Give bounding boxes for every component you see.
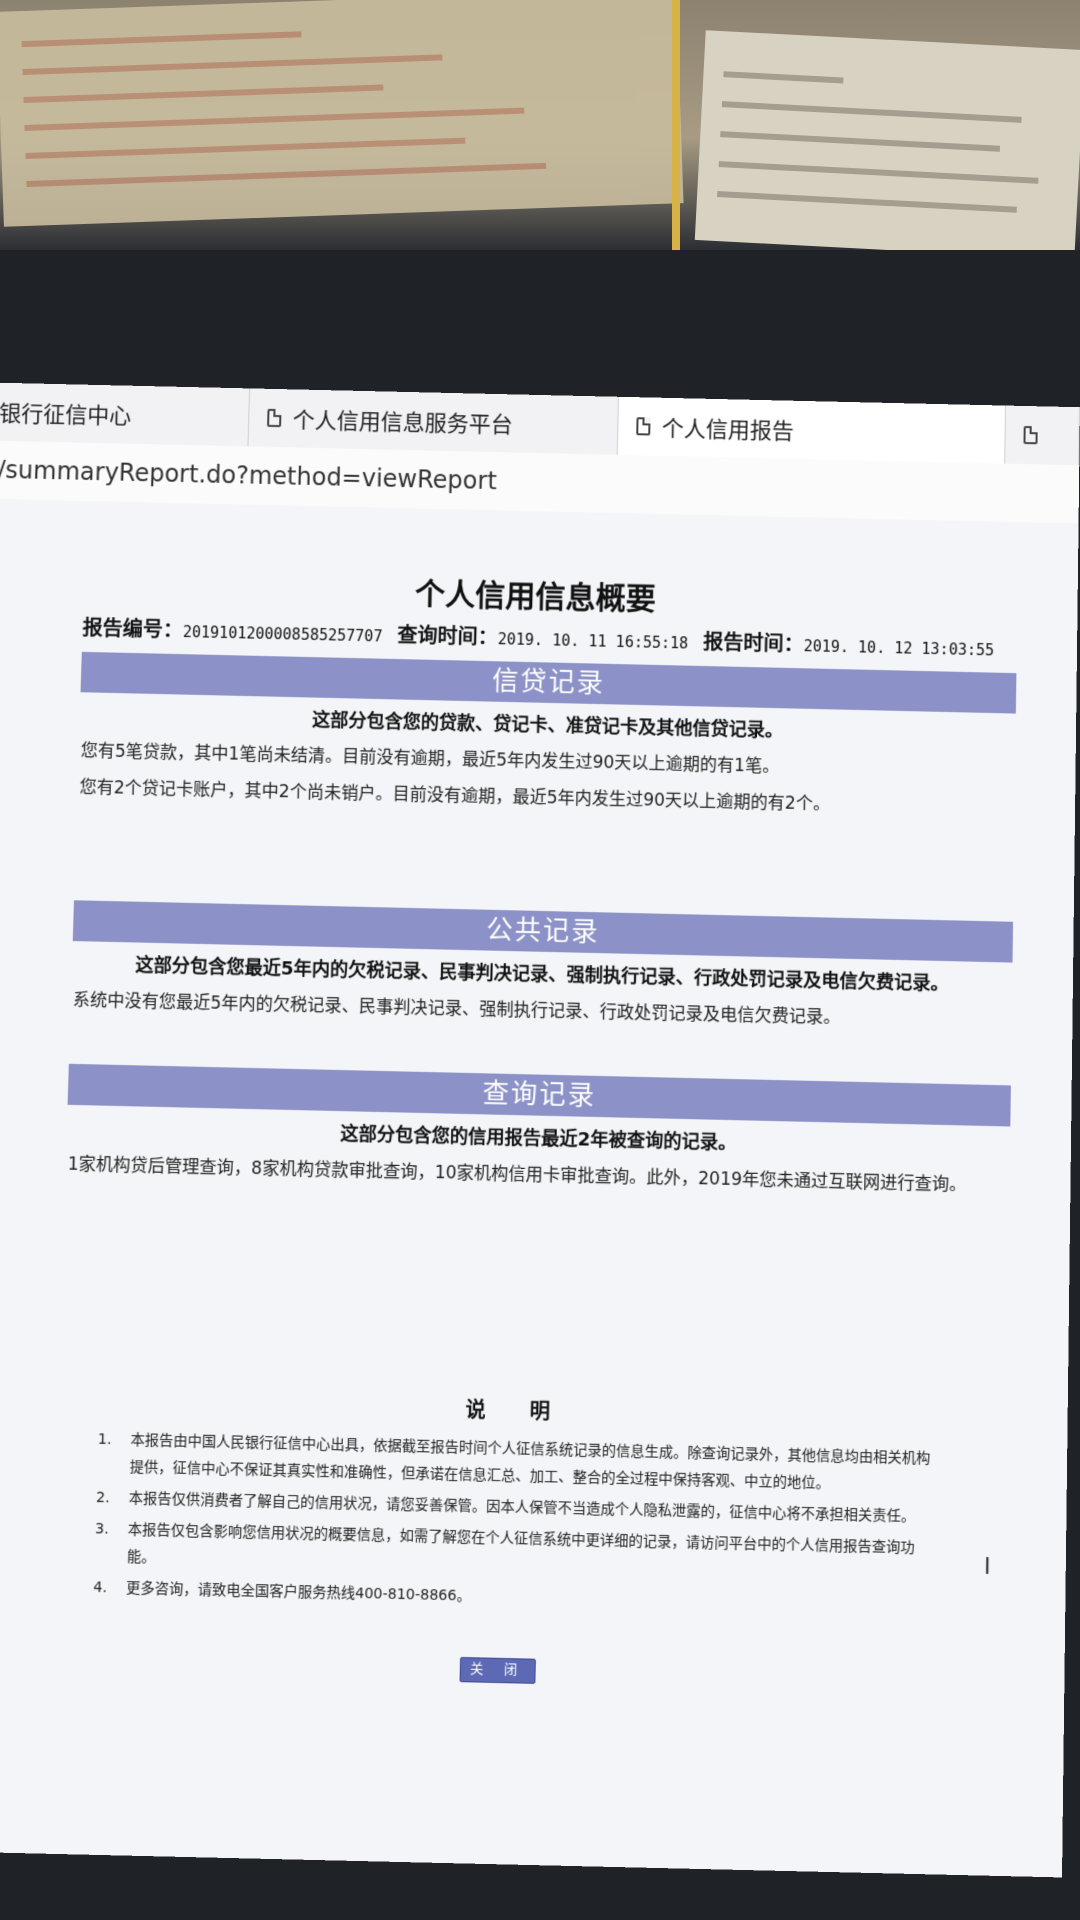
browser-window: 银行征信中心 个人信用信息服务平台 个人信用报告 /summaryReport.… — [0, 383, 1080, 1878]
background-paper — [0, 0, 684, 227]
note-num: 4. — [93, 1574, 127, 1602]
tab-new[interactable] — [1005, 406, 1080, 466]
tab-credit-report[interactable]: 个人信用报告 — [617, 397, 1006, 464]
report-time-label: 报告时间： — [703, 630, 804, 656]
report-no-label: 报告编号： — [82, 616, 183, 642]
query-time: 2019. 10. 11 16:55:18 — [498, 630, 689, 652]
background-desk — [0, 0, 1080, 250]
report-page: 个人信用信息概要 报告编号：2019101200008585257707 查询时… — [0, 499, 1079, 1878]
note-num: 2. — [96, 1484, 129, 1512]
section-query: 查询记录 这部分包含您的信用报告最近2年被查询的记录。 1家机构贷后管理查询，8… — [65, 1064, 1011, 1205]
tab-label: 银行征信中心 — [0, 396, 132, 431]
background-cable — [672, 0, 680, 250]
note-num: 1. — [97, 1426, 131, 1481]
note-num: 3. — [94, 1516, 128, 1571]
section-public: 公共记录 这部分包含您最近5年内的欠税记录、民事判决记录、强制执行记录、行政处罚… — [70, 900, 1013, 1040]
background-paper-right — [695, 30, 1080, 260]
section-credit: 信贷记录 这部分包含您的贷款、贷记卡、准贷记卡及其他信贷记录。 您有5笔贷款，其… — [77, 652, 1016, 827]
tab-credit-platform[interactable]: 个人信用信息服务平台 — [248, 388, 619, 454]
close-button[interactable]: 关 闭 — [460, 1657, 536, 1684]
notes-list: 1. 本报告由中国人民银行征信中心出具，依据截至报告时间个人征信系统记录的信息生… — [93, 1426, 935, 1625]
note-text: 更多咨询，请致电全国客户服务热线400-810-8866。 — [126, 1575, 472, 1610]
tab-credit-center[interactable]: 银行征信中心 — [0, 383, 250, 447]
document-icon — [1024, 426, 1038, 444]
document-icon — [636, 417, 650, 435]
address-url: /summaryReport.do?method=viewReport — [0, 456, 497, 495]
tab-label: 个人信用信息服务平台 — [292, 402, 513, 439]
tab-label: 个人信用报告 — [662, 411, 795, 446]
document-icon — [267, 409, 282, 427]
text-cursor-icon: I — [984, 1556, 997, 1579]
report-time: 2019. 10. 12 13:03:55 — [803, 637, 994, 660]
query-time-label: 查询时间： — [397, 623, 498, 649]
report-no: 2019101200008585257707 — [183, 623, 383, 646]
